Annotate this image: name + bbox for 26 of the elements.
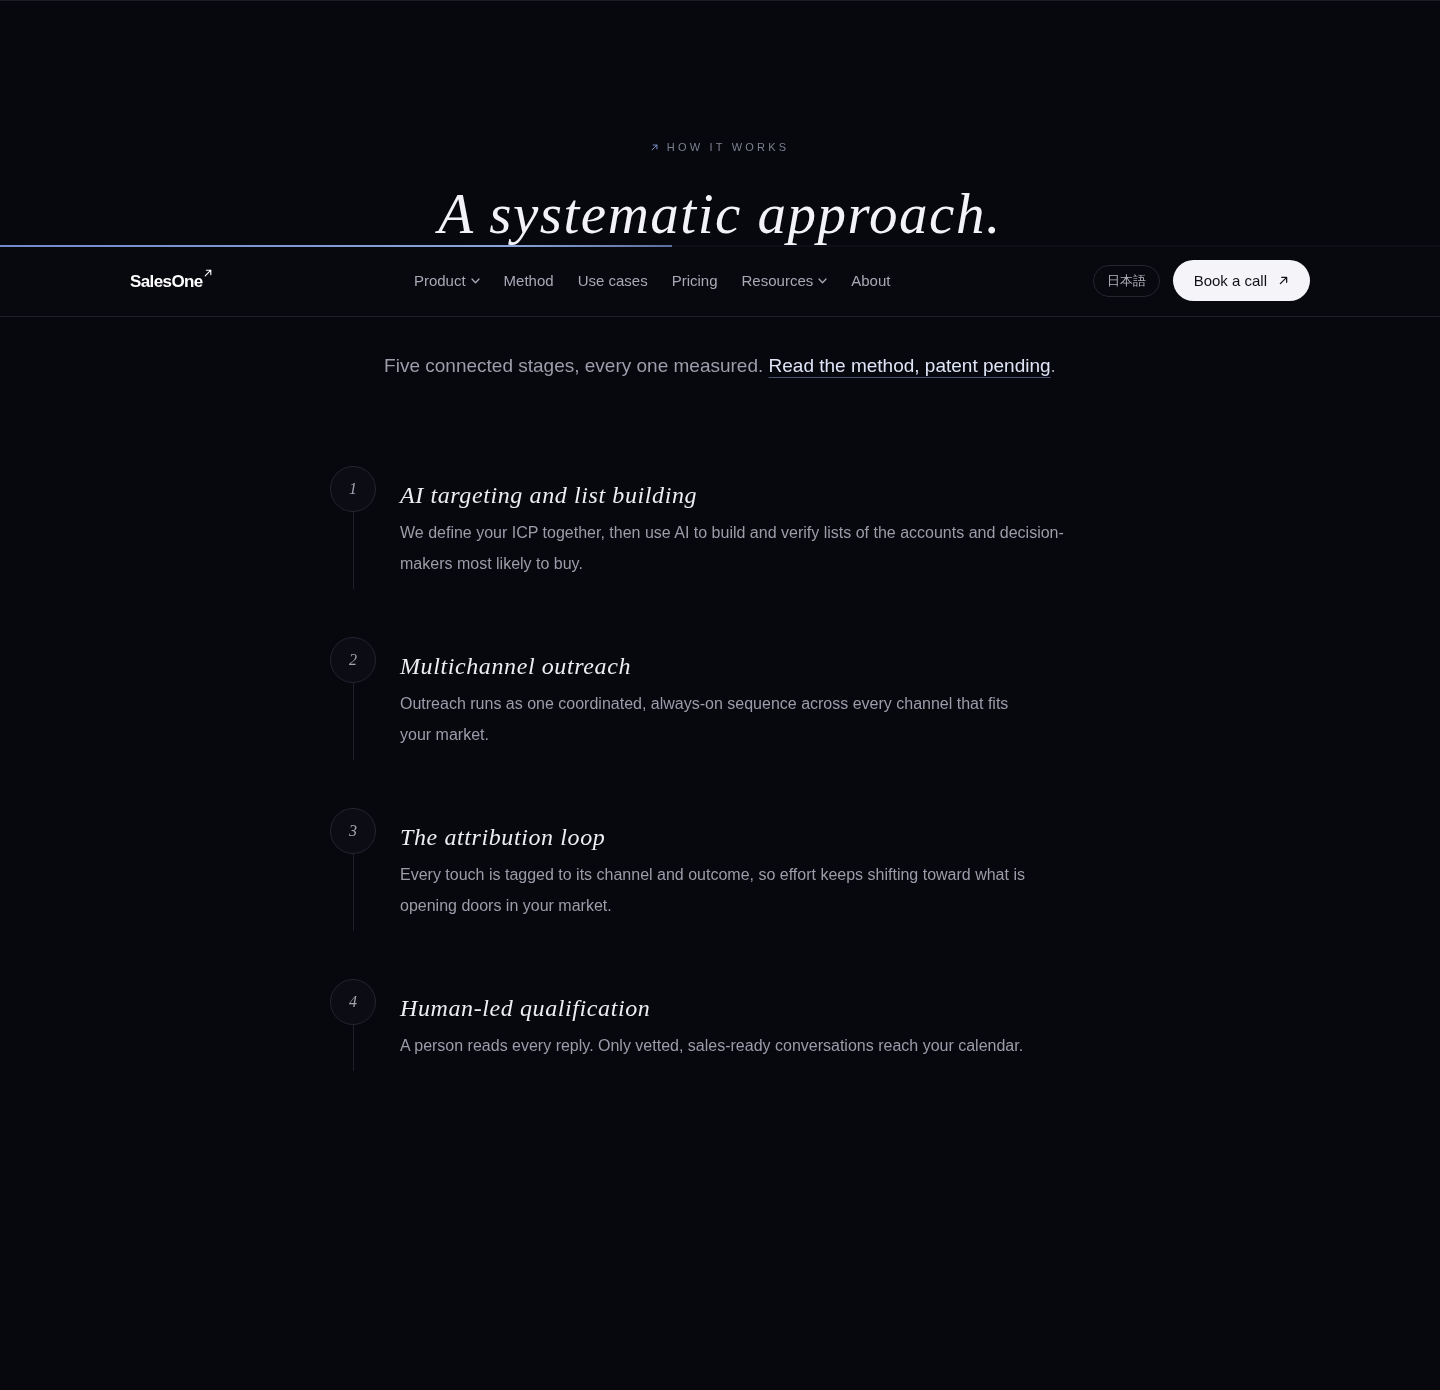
nav-link[interactable]: Method <box>503 270 554 291</box>
step-title: The attribution loop <box>400 823 607 852</box>
step-title: Human-led qualification <box>400 994 652 1023</box>
step-title: Multichannel outreach <box>400 652 632 681</box>
section-eyebrow: HOW IT WORKS <box>666 140 790 154</box>
step-number: 3 <box>330 808 376 854</box>
step-number: 2 <box>330 637 376 683</box>
step-number: 4 <box>330 979 376 1025</box>
logo-text[interactable]: SalesOne <box>130 272 203 292</box>
nav-link[interactable]: Product <box>413 270 480 291</box>
step-description: A person reads every reply. Only vetted, sales-ready conversations reach your calendar. <box>400 1036 1025 1056</box>
nav-link[interactable]: Pricing <box>671 270 718 291</box>
step-title: AI targeting and list building <box>400 481 699 510</box>
nav-link[interactable]: Resources <box>741 270 828 291</box>
section-subtitle: Five connected stages, every one measured. Read the method, patent pending. <box>384 354 1056 378</box>
method-link[interactable]: Read the method, patent pending <box>768 355 1051 376</box>
arrow-icon <box>1279 276 1288 285</box>
step-description: Outreach runs as one coordinated, always-on sequence across every channel that fits your market. <box>400 694 1010 745</box>
nav-link[interactable]: About <box>851 270 891 291</box>
step-description: We define your ICP together, then use AI to build and verify lists of the accounts and decision-makers most likely to buy. <box>400 523 1065 574</box>
arrow-icon <box>203 269 212 277</box>
arrow-icon <box>650 143 658 151</box>
step-description: Every touch is tagged to its channel and outcome, so effort keeps shifting toward what is opening doors in your market. <box>400 865 1026 916</box>
nav-link[interactable]: Use cases <box>577 270 648 291</box>
step-number: 1 <box>330 466 376 512</box>
book-call-button[interactable]: Book a call <box>1172 260 1310 301</box>
